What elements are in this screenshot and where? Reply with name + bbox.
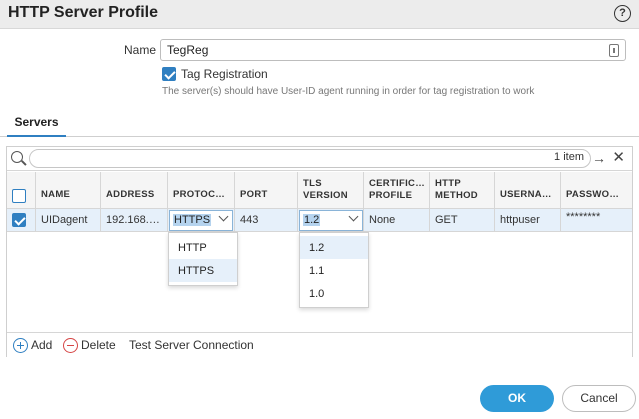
tls-option-1-2[interactable]: 1.2 <box>300 236 368 259</box>
column-header-http-label: HTTP <box>435 178 462 189</box>
table-row[interactable]: UIDagent 192.168.… HTTPS 443 1.2 None GE… <box>7 209 632 232</box>
tag-registration-checkbox-row[interactable]: Tag Registration <box>162 67 268 81</box>
test-server-connection-button[interactable]: Test Server Connection <box>129 337 254 353</box>
column-header-tls-label: TLS <box>303 178 322 189</box>
tls-version-select[interactable]: 1.2 <box>299 210 363 231</box>
plus-circle-icon <box>13 337 28 353</box>
column-header-version-label: VERSION <box>303 190 348 201</box>
column-header-password-label: PASSWO… <box>566 189 620 200</box>
protocol-select-value: HTTPS <box>173 214 212 226</box>
search-icon <box>11 151 23 163</box>
apply-filter-arrow-icon[interactable]: → <box>592 151 606 165</box>
column-header-protocol-label: PROTOC… <box>173 189 226 200</box>
column-header-address-label: ADDRESS <box>106 189 155 200</box>
clear-filter-icon[interactable]: ✕ <box>612 150 625 165</box>
column-header-protocol[interactable]: PROTOC… <box>168 172 235 209</box>
column-header-password[interactable]: PASSWO… <box>561 172 632 209</box>
delete-button[interactable]: Delete <box>63 337 116 353</box>
tab-bar: Servers <box>0 112 639 137</box>
protocol-option-http[interactable]: HTTP <box>169 236 237 259</box>
tag-registration-checkbox[interactable] <box>162 67 176 81</box>
tls-version-dropdown: 1.2 1.1 1.0 <box>299 232 369 308</box>
chevron-down-icon[interactable] <box>348 211 359 222</box>
cell-password[interactable]: ******** <box>561 209 632 232</box>
column-header-certificate-profile[interactable]: CERTIFIC… PROFILE <box>364 172 430 209</box>
lock-icon[interactable] <box>609 44 619 57</box>
grid-header: NAME ADDRESS PROTOC… PORT TLS VERSION CER… <box>7 172 632 209</box>
item-count: 1 item <box>554 151 584 163</box>
protocol-option-https[interactable]: HTTPS <box>169 259 237 282</box>
ok-button[interactable]: OK <box>480 385 554 412</box>
cell-protocol[interactable]: HTTPS <box>168 209 235 232</box>
filter-input[interactable] <box>29 149 591 168</box>
delete-button-label: Delete <box>81 338 116 352</box>
tag-registration-hint: The server(s) should have User-ID agent … <box>162 86 535 97</box>
add-button[interactable]: Add <box>13 337 52 353</box>
dialog-titlebar: HTTP Server Profile ? <box>0 0 639 29</box>
servers-grid: 1 item → ✕ NAME ADDRESS PROTOC… PORT TLS… <box>6 146 633 357</box>
tls-version-select-value: 1.2 <box>303 214 321 226</box>
dialog-title: HTTP Server Profile <box>8 4 158 21</box>
grid-filter-bar: 1 item → ✕ <box>7 147 632 171</box>
column-header-certificate-label: CERTIFIC… <box>369 178 426 189</box>
grid-footer: Add Delete Test Server Connection <box>7 332 632 357</box>
tls-option-1-0[interactable]: 1.0 <box>300 282 368 305</box>
row-select-cell[interactable] <box>7 209 36 232</box>
protocol-dropdown: HTTP HTTPS <box>168 232 238 286</box>
chevron-down-icon[interactable] <box>218 211 229 222</box>
tab-servers[interactable]: Servers <box>7 112 66 137</box>
cancel-button[interactable]: Cancel <box>562 385 636 412</box>
column-header-profile-label: PROFILE <box>369 190 413 201</box>
column-header-tls-version[interactable]: TLS VERSION <box>298 172 364 209</box>
column-header-name-label: NAME <box>41 189 71 200</box>
cell-certificate-profile[interactable]: None <box>364 209 430 232</box>
column-header-port-label: PORT <box>240 189 268 200</box>
name-label: Name <box>123 43 156 57</box>
protocol-select[interactable]: HTTPS <box>169 210 233 231</box>
add-button-label: Add <box>31 338 53 352</box>
cell-username[interactable]: httpuser <box>495 209 561 232</box>
select-all-header[interactable] <box>7 172 36 209</box>
select-all-checkbox[interactable] <box>12 189 26 203</box>
cell-port[interactable]: 443 <box>235 209 298 232</box>
help-icon[interactable]: ? <box>614 5 631 22</box>
cell-tls-version[interactable]: 1.2 <box>298 209 364 232</box>
minus-circle-icon <box>63 337 78 353</box>
column-header-username[interactable]: USERNA… <box>495 172 561 209</box>
name-input[interactable]: TegReg <box>160 39 626 61</box>
column-header-port[interactable]: PORT <box>235 172 298 209</box>
cell-address[interactable]: 192.168.… <box>101 209 168 232</box>
column-header-username-label: USERNA… <box>500 189 552 200</box>
column-header-method-label: METHOD <box>435 190 478 201</box>
column-header-http-method[interactable]: HTTP METHOD <box>430 172 495 209</box>
cell-http-method[interactable]: GET <box>430 209 495 232</box>
tls-option-1-1[interactable]: 1.1 <box>300 259 368 282</box>
row-select-checkbox[interactable] <box>12 213 26 227</box>
column-header-address[interactable]: ADDRESS <box>101 172 168 209</box>
tag-registration-label: Tag Registration <box>181 67 268 81</box>
column-header-name[interactable]: NAME <box>36 172 101 209</box>
cell-name[interactable]: UIDagent <box>36 209 101 232</box>
